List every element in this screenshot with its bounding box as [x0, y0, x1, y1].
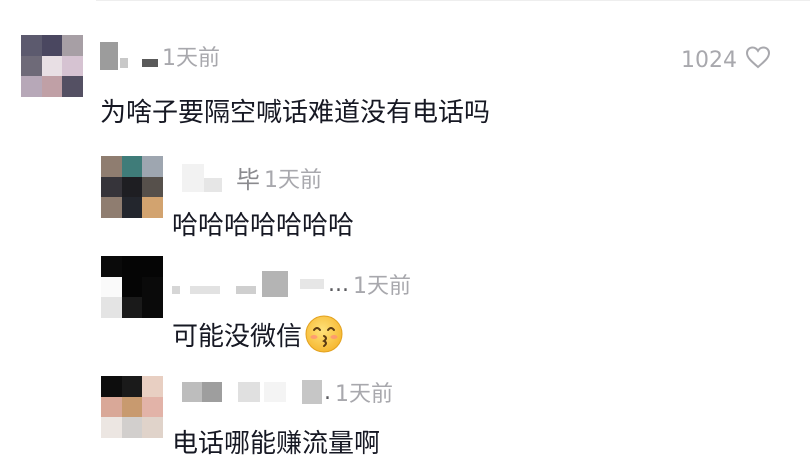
comment-meta: 1天前	[100, 40, 220, 72]
username-redacted[interactable]	[100, 42, 158, 70]
comment-time: 1天前	[162, 46, 220, 71]
avatar-pixel	[101, 376, 122, 397]
comment-thread: 1天前 1024 为啥子要隔空喊话难道没有电话吗 毕 1天前 哈哈哈哈哈哈哈 .…	[0, 0, 810, 474]
reply-text-content: 可能没微信	[172, 322, 303, 352]
comment-text: 为啥子要隔空喊话难道没有电话吗	[100, 98, 491, 128]
avatar-pixel	[142, 176, 163, 198]
avatar-pixel	[101, 197, 122, 218]
avatar-pixel	[101, 256, 122, 277]
reply-meta: ... 1天前	[172, 268, 411, 300]
avatar-pixel	[21, 76, 42, 97]
avatar-pixel	[121, 376, 143, 397]
reply-text: 可能没微信	[172, 314, 344, 361]
reply-text: 哈哈哈哈哈哈哈	[172, 211, 355, 241]
reply-meta: 毕 1天前	[182, 160, 322, 195]
avatar-pixel	[121, 176, 143, 198]
avatar-pixel	[121, 396, 143, 418]
reply-time: 1天前	[335, 382, 393, 407]
like-button[interactable]: 1024	[681, 45, 771, 75]
avatar-pixel	[142, 417, 163, 438]
username-redacted[interactable]	[182, 380, 322, 404]
avatar-pixel	[101, 297, 122, 318]
reply-meta: . 1天前	[182, 376, 393, 408]
avatar[interactable]	[101, 156, 163, 218]
avatar-pixel	[121, 197, 143, 218]
username-suffix: ...	[328, 271, 349, 297]
avatar-pixel	[142, 396, 163, 418]
avatar-pixel	[101, 156, 122, 177]
avatar-pixel	[121, 156, 143, 177]
username-suffix: 毕	[236, 166, 260, 194]
avatar-pixel	[101, 396, 122, 418]
avatar-pixel	[101, 417, 122, 438]
username-redacted[interactable]	[182, 163, 222, 192]
avatar-pixel	[142, 297, 163, 318]
username-redacted[interactable]	[172, 271, 324, 297]
avatar-pixel	[142, 376, 163, 397]
avatar-pixel	[62, 55, 83, 77]
reply-time: 1天前	[352, 274, 411, 299]
reply-text: 电话哪能赚流量啊	[172, 429, 381, 459]
avatar-pixel	[62, 35, 83, 56]
avatar-pixel	[41, 35, 63, 56]
avatar-pixel	[41, 55, 63, 77]
avatar-pixel	[142, 156, 163, 177]
avatar-pixel	[121, 297, 143, 318]
avatar-pixel	[21, 35, 42, 56]
avatar-pixel	[121, 256, 143, 277]
kissing-face-emoji-icon	[304, 314, 344, 361]
avatar[interactable]	[101, 256, 163, 318]
avatar-pixel	[121, 276, 143, 298]
username-suffix: .	[324, 379, 331, 405]
reply-time: 1天前	[264, 167, 322, 193]
like-count: 1024	[681, 47, 737, 73]
heart-outline-icon	[745, 45, 771, 75]
avatar-pixel	[101, 276, 122, 298]
avatar-pixel	[62, 76, 83, 97]
avatar-pixel	[142, 276, 163, 298]
avatar[interactable]	[21, 35, 83, 97]
avatar-pixel	[121, 417, 143, 438]
avatar-pixel	[41, 76, 63, 97]
avatar-pixel	[142, 256, 163, 277]
top-divider	[96, 0, 810, 1]
avatar-pixel	[21, 55, 42, 77]
avatar-pixel	[142, 197, 163, 218]
avatar[interactable]	[101, 376, 163, 438]
avatar-pixel	[101, 176, 122, 198]
